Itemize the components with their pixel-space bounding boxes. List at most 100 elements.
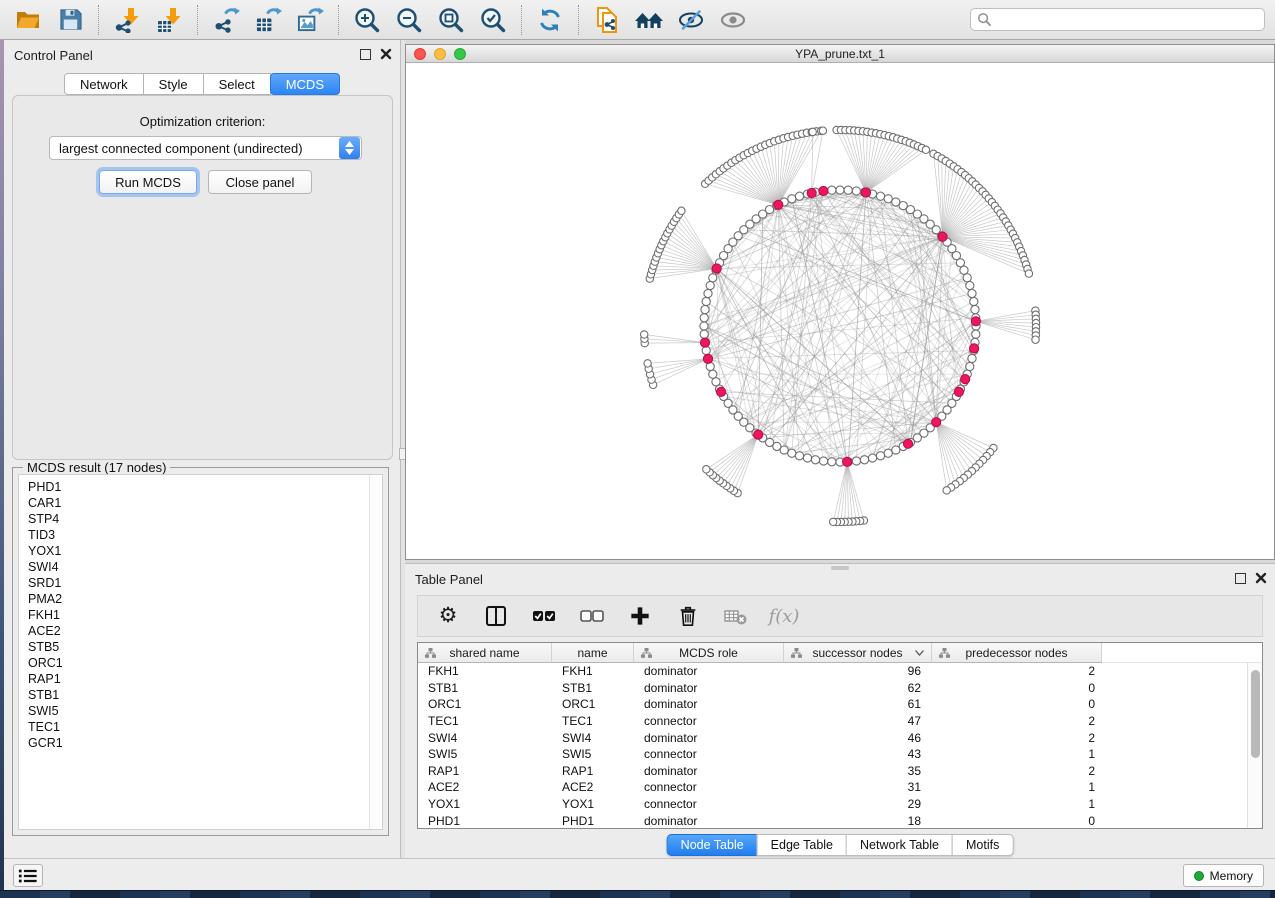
table-row[interactable]: PHD1PHD1dominator180: [418, 812, 1247, 828]
column-header-shared-name[interactable]: shared name: [418, 643, 552, 663]
network-overview-button[interactable]: [634, 5, 664, 35]
function-builder-button[interactable]: f(x): [772, 604, 796, 628]
table-scrollbar[interactable]: [1247, 663, 1262, 828]
share-network-document-button[interactable]: [592, 5, 622, 35]
delete-column-button[interactable]: [676, 604, 700, 628]
hide-unselected-button[interactable]: [676, 5, 706, 35]
cell-successor-nodes: 18: [784, 812, 932, 828]
column-header-MCDS-role[interactable]: MCDS role: [634, 643, 784, 663]
import-network-icon: [114, 7, 140, 33]
cell-successor-nodes: 35: [784, 763, 932, 780]
mcds-result-item[interactable]: CAR1: [28, 495, 369, 511]
export-network-button[interactable]: [211, 5, 241, 35]
show-all-eye-button[interactable]: [718, 5, 748, 35]
column-tree-icon: [641, 648, 652, 658]
column-header-successor-nodes[interactable]: successor nodes: [784, 643, 932, 663]
zoom-selected-icon: [480, 7, 506, 33]
export-table-button[interactable]: [253, 5, 283, 35]
zoom-fit-button[interactable]: [436, 5, 466, 35]
zoom-in-button[interactable]: [352, 5, 382, 35]
zoom-selected-button[interactable]: [478, 5, 508, 35]
mcds-result-item[interactable]: ORC1: [28, 655, 369, 671]
control-panel-title: Control Panel: [14, 48, 93, 63]
tab-mcds[interactable]: MCDS: [270, 73, 340, 95]
table-row[interactable]: ACE2ACE2connector311: [418, 779, 1247, 796]
show-column-panel-button[interactable]: [484, 604, 508, 628]
import-table-button[interactable]: [154, 5, 184, 35]
table-row[interactable]: YOX1YOX1connector291: [418, 796, 1247, 813]
cell-successor-nodes: 46: [784, 729, 932, 746]
mcds-list-scrollbar[interactable]: [369, 474, 383, 830]
workspace: YPA_prune.txt_1 Table Panel ⚙: [405, 40, 1275, 858]
cell-predecessor-nodes: 2: [932, 713, 1102, 730]
mcds-result-item[interactable]: RAP1: [28, 671, 369, 687]
mcds-result-item[interactable]: TID3: [28, 527, 369, 543]
tab-network[interactable]: Network: [64, 73, 144, 95]
close-table-panel-icon[interactable]: [1255, 572, 1267, 584]
run-mcds-button[interactable]: Run MCDS: [99, 170, 197, 194]
network-window-titlebar[interactable]: YPA_prune.txt_1: [406, 45, 1274, 63]
tab-edge-table[interactable]: Edge Table: [757, 834, 847, 856]
cell-predecessor-nodes: 1: [932, 796, 1102, 813]
table-row[interactable]: SWI5SWI5connector431: [418, 746, 1247, 763]
mcds-result-item[interactable]: YOX1: [28, 543, 369, 559]
task-history-button[interactable]: [13, 864, 43, 887]
mcds-result-item[interactable]: FKH1: [28, 607, 369, 623]
mcds-result-item[interactable]: STB1: [28, 687, 369, 703]
memory-button[interactable]: Memory: [1183, 864, 1264, 887]
table-row[interactable]: TEC1TEC1connector472: [418, 713, 1247, 730]
mcds-result-item[interactable]: TEC1: [28, 719, 369, 735]
mcds-result-item[interactable]: GCR1: [28, 735, 369, 751]
tab-style[interactable]: Style: [143, 73, 204, 95]
cell-predecessor-nodes: 1: [932, 746, 1102, 763]
table-row[interactable]: STB1STB1dominator620: [418, 680, 1247, 697]
table-row[interactable]: RAP1RAP1dominator352: [418, 763, 1247, 780]
column-header-name[interactable]: name: [552, 643, 634, 663]
float-table-panel-icon[interactable]: [1235, 573, 1246, 584]
float-panel-icon[interactable]: [360, 49, 371, 60]
export-image-button[interactable]: [295, 5, 325, 35]
cell-predecessor-nodes: 0: [932, 696, 1102, 713]
optimization-select[interactable]: largest connected component (undirected): [49, 136, 362, 160]
mcds-result-item[interactable]: PHD1: [28, 479, 369, 495]
add-column-button[interactable]: [628, 604, 652, 628]
mcds-panel: Optimization criterion: largest connecte…: [12, 95, 393, 460]
cell-shared-name: ACE2: [418, 779, 552, 796]
cell-mcds-role: connector: [634, 796, 784, 813]
table-row[interactable]: SWI4SWI4dominator462: [418, 729, 1247, 746]
tab-node-table[interactable]: Node Table: [667, 834, 758, 856]
refresh-layout-button[interactable]: [535, 5, 565, 35]
open-session-button[interactable]: [13, 5, 43, 35]
tab-network-table[interactable]: Network Table: [846, 834, 953, 856]
select-all-button[interactable]: [532, 604, 556, 628]
close-panel-icon[interactable]: [380, 48, 392, 60]
mcds-result-item[interactable]: SRD1: [28, 575, 369, 591]
mcds-result-group: MCDS result (17 nodes) PHD1CAR1STP4TID3Y…: [12, 467, 389, 836]
table-settings-button[interactable]: ⚙: [436, 604, 460, 628]
import-network-button[interactable]: [112, 5, 142, 35]
mcds-result-item[interactable]: ACE2: [28, 623, 369, 639]
cell-shared-name: ORC1: [418, 696, 552, 713]
mcds-result-list[interactable]: PHD1CAR1STP4TID3YOX1SWI4SRD1PMA2FKH1ACE2…: [18, 474, 369, 830]
zoom-out-button[interactable]: [394, 5, 424, 35]
search-input[interactable]: [996, 10, 1264, 29]
deselect-all-button[interactable]: [580, 604, 604, 628]
mcds-result-item[interactable]: STB5: [28, 639, 369, 655]
network-canvas[interactable]: [406, 63, 1274, 559]
network-window: YPA_prune.txt_1: [405, 44, 1275, 560]
column-header-predecessor-nodes[interactable]: predecessor nodes: [932, 643, 1102, 663]
table-row[interactable]: FKH1FKH1dominator962: [418, 663, 1247, 680]
close-panel-button[interactable]: Close panel: [208, 170, 312, 194]
table-row[interactable]: ORC1ORC1dominator610: [418, 696, 1247, 713]
tab-motifs[interactable]: Motifs: [952, 834, 1013, 856]
cell-shared-name: SWI5: [418, 746, 552, 763]
save-session-button[interactable]: [55, 5, 85, 35]
table-scrollbar-thumb[interactable]: [1251, 670, 1260, 758]
tab-select[interactable]: Select: [203, 73, 271, 95]
mcds-result-item[interactable]: SWI4: [28, 559, 369, 575]
mcds-result-item[interactable]: SWI5: [28, 703, 369, 719]
cell-shared-name: FKH1: [418, 663, 552, 680]
delete-table-button[interactable]: [724, 604, 748, 628]
mcds-result-item[interactable]: STP4: [28, 511, 369, 527]
mcds-result-item[interactable]: PMA2: [28, 591, 369, 607]
